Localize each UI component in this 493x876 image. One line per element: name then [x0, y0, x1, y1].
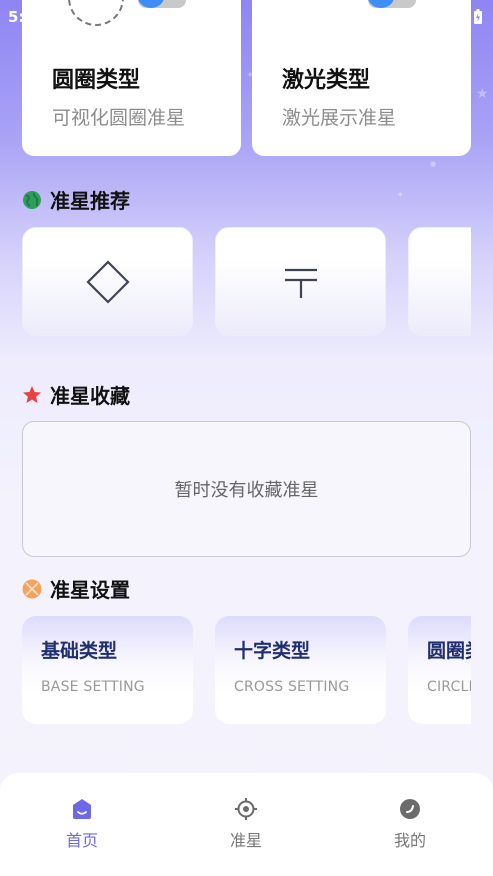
section-label: 准星收藏: [50, 384, 130, 408]
nav-label: 准星: [229, 831, 262, 850]
toggle-knob: [368, 0, 394, 8]
palette-icon: [22, 579, 42, 598]
diamond-crosshair-icon: [85, 259, 130, 304]
circle-preview-icon: [68, 0, 124, 26]
battery-icon: [474, 9, 482, 24]
setting-title: 十字类型: [234, 640, 311, 662]
setting-title: 圆圈类型: [427, 640, 471, 662]
favorites-section-title: 准星收藏: [22, 380, 130, 409]
crosshair-icon: [235, 798, 257, 820]
laser-type-toggle[interactable]: [368, 0, 416, 8]
card-subtitle: 激光展示准星: [282, 107, 397, 129]
setting-title: 基础类型: [41, 640, 118, 662]
favorites-empty-state: 暂时没有收藏准星: [22, 421, 471, 557]
card-title: 圆圈类型: [52, 68, 141, 93]
star-icon: [23, 385, 41, 403]
setting-subtitle: BASE SETTING: [41, 679, 145, 695]
t-crosshair-icon: [284, 268, 317, 298]
toggle-knob: [138, 0, 164, 8]
circle-type-toggle[interactable]: [138, 0, 186, 8]
nav-home[interactable]: 首页: [42, 797, 122, 851]
circle-type-card[interactable]: 圆圈类型 可视化圆圈准星: [22, 0, 241, 156]
nav-crosshair[interactable]: 准星: [206, 797, 286, 851]
card-subtitle: 可视化圆圈准星: [52, 107, 186, 129]
home-icon: [73, 799, 91, 819]
circle-setting-card[interactable]: 圆圈类型 CIRCLE SETTING: [408, 616, 471, 724]
settings-section-title: 准星设置: [22, 574, 130, 603]
nav-label: 我的: [393, 831, 426, 850]
section-label: 准星设置: [50, 578, 130, 602]
decor-star: ★: [476, 86, 489, 102]
profile-icon: [400, 799, 420, 819]
section-label: 准星推荐: [50, 189, 130, 213]
nav-label: 首页: [65, 831, 98, 850]
laser-type-card[interactable]: 激光类型 激光展示准星: [252, 0, 471, 156]
globe-icon: [23, 190, 41, 209]
setting-subtitle: CROSS SETTING: [234, 679, 350, 695]
decor-star: ✦: [396, 190, 405, 201]
base-setting-card[interactable]: 基础类型 BASE SETTING: [22, 616, 193, 724]
bottom-nav: 首页 准星 我的: [0, 773, 493, 876]
recommend-item[interactable]: [215, 227, 386, 336]
recommend-section-title: 准星推荐: [22, 185, 130, 214]
recommend-item[interactable]: [408, 227, 471, 336]
recommend-item[interactable]: [22, 227, 193, 336]
cross-setting-card[interactable]: 十字类型 CROSS SETTING: [215, 616, 386, 724]
setting-subtitle: CIRCLE SETTING: [427, 679, 471, 695]
decor-star: ●: [430, 160, 437, 168]
empty-message: 暂时没有收藏准星: [174, 480, 319, 501]
card-title: 激光类型: [282, 68, 371, 93]
nav-profile[interactable]: 我的: [370, 797, 450, 851]
